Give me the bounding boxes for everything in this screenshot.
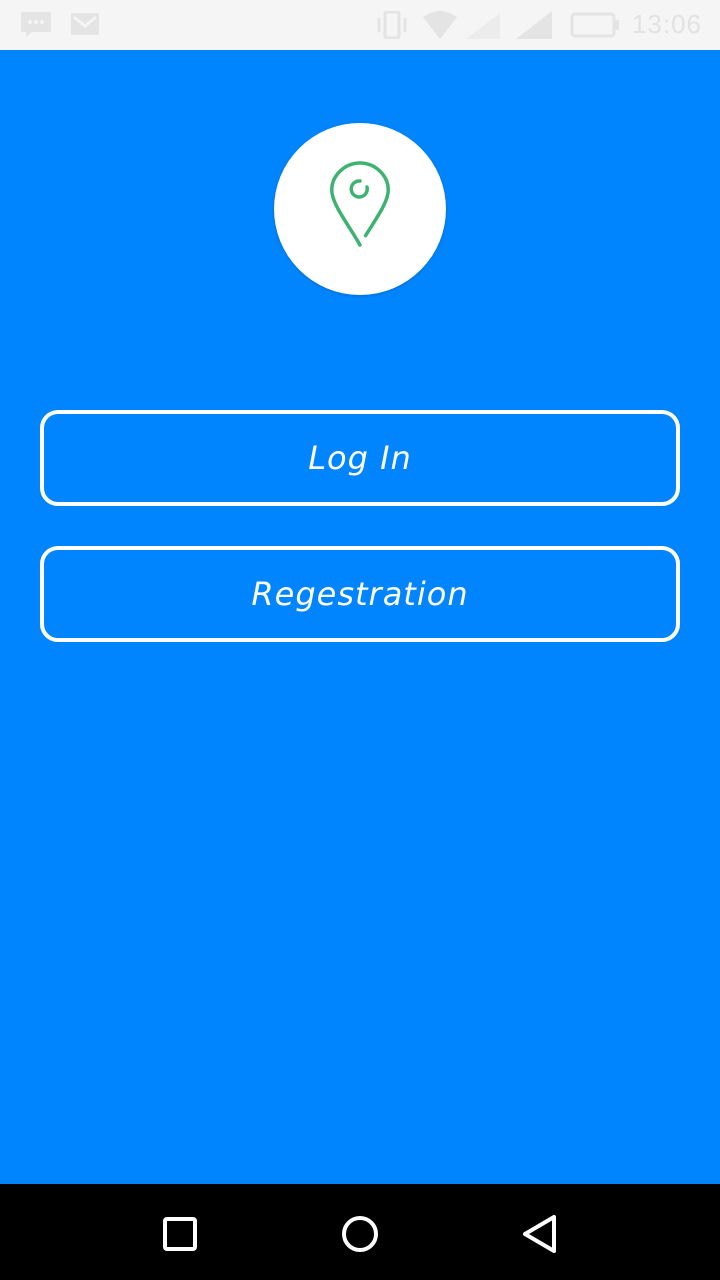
battery-icon — [570, 12, 619, 38]
signal-x-icon — [466, 13, 500, 39]
status-bar: 13:06 — [0, 0, 720, 50]
registration-button[interactable]: Regestration — [40, 546, 680, 642]
wifi-icon — [423, 11, 457, 39]
recents-square-icon[interactable] — [160, 1214, 200, 1254]
navigation-bar — [0, 1184, 720, 1280]
signal-icon — [516, 11, 552, 39]
gmail-icon — [71, 13, 99, 35]
back-triangle-icon[interactable] — [520, 1214, 560, 1254]
home-circle-icon[interactable] — [340, 1214, 380, 1254]
location-pin-icon — [330, 161, 390, 247]
main-screen: Log In Regestration — [0, 50, 720, 1184]
status-time: 13:06 — [631, 9, 702, 39]
message-icon — [21, 12, 51, 37]
vibrate-icon — [377, 11, 407, 39]
app-logo — [274, 123, 446, 295]
login-button[interactable]: Log In — [40, 410, 680, 506]
